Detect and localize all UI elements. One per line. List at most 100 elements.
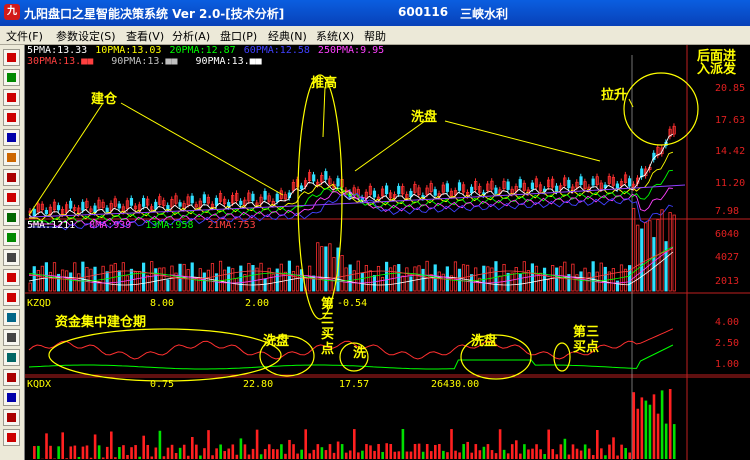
annotation-tuigao: 推高 (311, 76, 338, 91)
candle-body (397, 185, 401, 195)
candle-body (178, 202, 182, 207)
annotation-connector (322, 86, 326, 138)
kqdx-bar (490, 450, 494, 459)
menu-file[interactable]: 文件(F) (6, 28, 43, 44)
kqdx-bar (385, 443, 388, 459)
price-axis-label: 7.98 (715, 206, 740, 217)
kqdx-bar (438, 444, 441, 459)
zoom-icon[interactable] (3, 329, 20, 346)
kqdx-bar (357, 452, 360, 459)
kqdx-bar (470, 452, 474, 459)
menu-params[interactable]: 参数设定(S) (56, 28, 116, 44)
menu-system[interactable]: 系统(X) (316, 28, 354, 44)
candle-body (640, 168, 644, 178)
kqdx-bar (247, 454, 251, 459)
volume-bar (133, 271, 138, 292)
menu-panel[interactable]: 盘口(P) (220, 28, 257, 44)
kqdx-bar (223, 451, 226, 459)
wave-icon[interactable] (3, 129, 20, 146)
candle-body (324, 171, 328, 180)
kqdx-bar (251, 448, 255, 459)
kqdx-bar (45, 433, 48, 459)
kqdx-bar (166, 447, 170, 459)
candle-body (56, 205, 61, 211)
list-icon[interactable] (3, 389, 20, 406)
kqdx-bar (243, 444, 247, 459)
legend-entry: 20PMA:12.87 (169, 45, 236, 56)
volume-icon[interactable] (3, 169, 20, 186)
volume-bar (93, 266, 97, 292)
kqdx-bar (170, 444, 174, 459)
kzqd-axis-label: 4.00 (715, 317, 740, 328)
bar-icon-glyph (7, 93, 16, 102)
kqdx-bar (664, 423, 668, 459)
ma-icon[interactable] (3, 149, 20, 166)
kqdx-bar (567, 454, 571, 459)
pad-icon[interactable] (3, 309, 20, 326)
menu-view[interactable]: 查看(V) (126, 28, 164, 44)
table-icon[interactable] (3, 229, 20, 246)
title-bar: 九 九阳盘口之星智能决策系统 Ver 2.0-[技术分析] 600116 三峡水… (0, 0, 750, 26)
volume-bar (526, 270, 530, 292)
bar-icon[interactable] (3, 89, 20, 106)
kqdx-bar (486, 444, 490, 459)
trend-icon[interactable] (3, 69, 20, 86)
kqdx-bar (324, 450, 328, 459)
news-icon[interactable] (3, 269, 20, 286)
report-icon[interactable] (3, 409, 20, 426)
annotation-ellipse (297, 74, 343, 320)
kqdx-bar (292, 444, 295, 459)
menu-classic[interactable]: 经典(N) (268, 28, 307, 44)
candle-body (384, 185, 389, 195)
kqdx-bar (377, 444, 380, 459)
price-axis-label: 11.20 (715, 178, 746, 189)
volume-bar (405, 267, 409, 292)
volume-icon-glyph (7, 173, 16, 182)
calc-icon[interactable] (3, 249, 20, 266)
legend-entry: 5PMA:13.33 (27, 45, 88, 56)
kqdx-bar (191, 437, 194, 459)
menu-help[interactable]: 帮助 (364, 28, 386, 44)
volume-bar (61, 269, 65, 292)
kqdx-bar (239, 438, 243, 459)
volume-bar (101, 265, 105, 292)
kqdx-bar (284, 453, 287, 459)
keypad-icon[interactable] (3, 429, 20, 446)
volume-bar (384, 261, 389, 292)
kqdx-bar (608, 444, 611, 459)
kqdx-bar (482, 446, 486, 459)
kzqd-value: 8.00 (150, 298, 175, 309)
window-title: 九阳盘口之星智能决策系统 Ver 2.0-[技术分析] (24, 7, 285, 21)
f10-icon[interactable] (3, 289, 20, 306)
candle-icon[interactable] (3, 109, 20, 126)
kqdx-bar (571, 444, 575, 459)
volume-bar (417, 265, 421, 292)
kqdx-bar (114, 457, 117, 459)
trend-icon-glyph (7, 73, 16, 82)
kqdx-bar (235, 454, 239, 459)
chart-canvas[interactable] (25, 45, 750, 460)
candle-body (190, 195, 194, 204)
grid-icon-glyph (7, 213, 16, 222)
candle-body (69, 200, 73, 209)
grid-icon[interactable] (3, 209, 20, 226)
kqdx-bar (502, 449, 506, 459)
flag-icon[interactable] (3, 189, 20, 206)
kqdx-bar (551, 449, 555, 459)
annotation-connector (444, 120, 601, 162)
legend-entry: 10PMA:13.03 (95, 45, 162, 56)
kqdx-bar (344, 452, 348, 459)
kqdx-bar (300, 449, 303, 459)
kqdx-bar (401, 429, 405, 459)
menu-analysis[interactable]: 分析(A) (172, 28, 210, 44)
kqdx-bar (434, 444, 437, 459)
map-icon[interactable] (3, 349, 20, 366)
kqdx-bar (118, 447, 121, 459)
kqdx-bar (397, 451, 401, 459)
kline-icon[interactable] (3, 49, 20, 66)
kqdx-bar (49, 445, 52, 459)
kqdx-bar (474, 444, 478, 459)
volume-bar (125, 275, 129, 292)
kqdx-bar (255, 429, 259, 459)
stat-icon[interactable] (3, 369, 20, 386)
